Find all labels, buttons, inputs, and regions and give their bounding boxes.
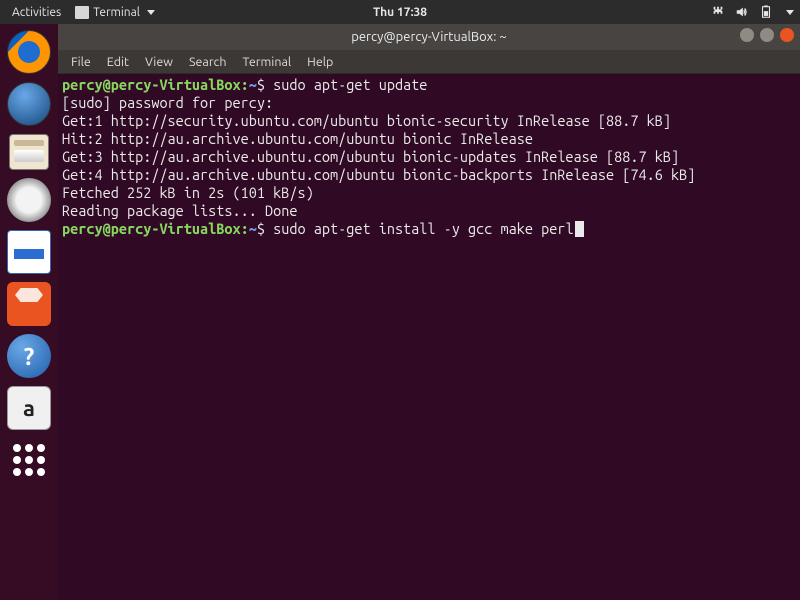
prompt-dollar: $ — [257, 76, 265, 93]
network-icon[interactable] — [711, 5, 725, 19]
menu-search[interactable]: Search — [182, 52, 234, 72]
launcher-amazon[interactable] — [7, 386, 51, 430]
menubar: File Edit View Search Terminal Help — [58, 50, 800, 74]
chevron-down-icon — [147, 10, 155, 15]
volume-icon[interactable] — [735, 5, 749, 19]
launcher-help[interactable] — [7, 334, 51, 378]
prompt-dollar: $ — [257, 220, 265, 237]
window-close-button[interactable] — [780, 28, 794, 42]
menu-view[interactable]: View — [138, 52, 180, 72]
output-line: Reading package lists... Done — [62, 202, 297, 219]
terminal-window: percy@percy-VirtualBox: ~ File Edit View… — [58, 24, 800, 600]
menu-file[interactable]: File — [64, 52, 98, 72]
launcher-thunderbird[interactable] — [7, 82, 51, 126]
launcher-rhythmbox[interactable] — [7, 178, 51, 222]
terminal-icon — [75, 6, 89, 19]
launcher-firefox[interactable] — [7, 30, 51, 74]
menu-edit[interactable]: Edit — [100, 52, 136, 72]
prompt-user: percy@percy-VirtualBox: — [62, 220, 249, 237]
launcher-software[interactable] — [7, 282, 51, 326]
launcher-writer[interactable] — [7, 230, 51, 274]
terminal-body[interactable]: percy@percy-VirtualBox:~$ sudo apt-get u… — [58, 74, 800, 600]
app-menu-label: Terminal — [93, 6, 140, 19]
prompt-path: ~ — [249, 220, 257, 237]
output-line: Hit:2 http://au.archive.ubuntu.com/ubunt… — [62, 130, 533, 147]
prompt-user: percy@percy-VirtualBox: — [62, 76, 249, 93]
output-line: Get:4 http://au.archive.ubuntu.com/ubunt… — [62, 166, 695, 183]
prompt-path: ~ — [249, 76, 257, 93]
output-line: [sudo] password for percy: — [62, 94, 273, 111]
launcher — [0, 24, 58, 600]
output-line: Get:1 http://security.ubuntu.com/ubuntu … — [62, 112, 671, 129]
clock-label[interactable]: Thu 17:38 — [373, 6, 427, 19]
app-menu[interactable]: Terminal — [69, 4, 161, 21]
launcher-show-apps[interactable] — [13, 444, 45, 476]
battery-icon[interactable] — [759, 5, 773, 19]
activities-button[interactable]: Activities — [6, 4, 67, 21]
window-titlebar[interactable]: percy@percy-VirtualBox: ~ — [58, 24, 800, 50]
output-line: Fetched 252 kB in 2s (101 kB/s) — [62, 184, 314, 201]
menu-terminal[interactable]: Terminal — [236, 52, 299, 72]
window-maximize-button[interactable] — [760, 28, 774, 42]
cmd-1: sudo apt-get update — [273, 76, 427, 93]
gnome-top-bar: Activities Terminal Thu 17:38 — [0, 0, 800, 24]
launcher-files[interactable] — [9, 134, 49, 170]
window-title: percy@percy-VirtualBox: ~ — [351, 30, 507, 44]
menu-help[interactable]: Help — [300, 52, 340, 72]
cursor — [575, 221, 584, 237]
system-menu-chevron-icon[interactable] — [786, 10, 794, 15]
window-minimize-button[interactable] — [740, 28, 754, 42]
output-line: Get:3 http://au.archive.ubuntu.com/ubunt… — [62, 148, 679, 165]
cmd-2: sudo apt-get install -y gcc make perl — [273, 220, 573, 237]
